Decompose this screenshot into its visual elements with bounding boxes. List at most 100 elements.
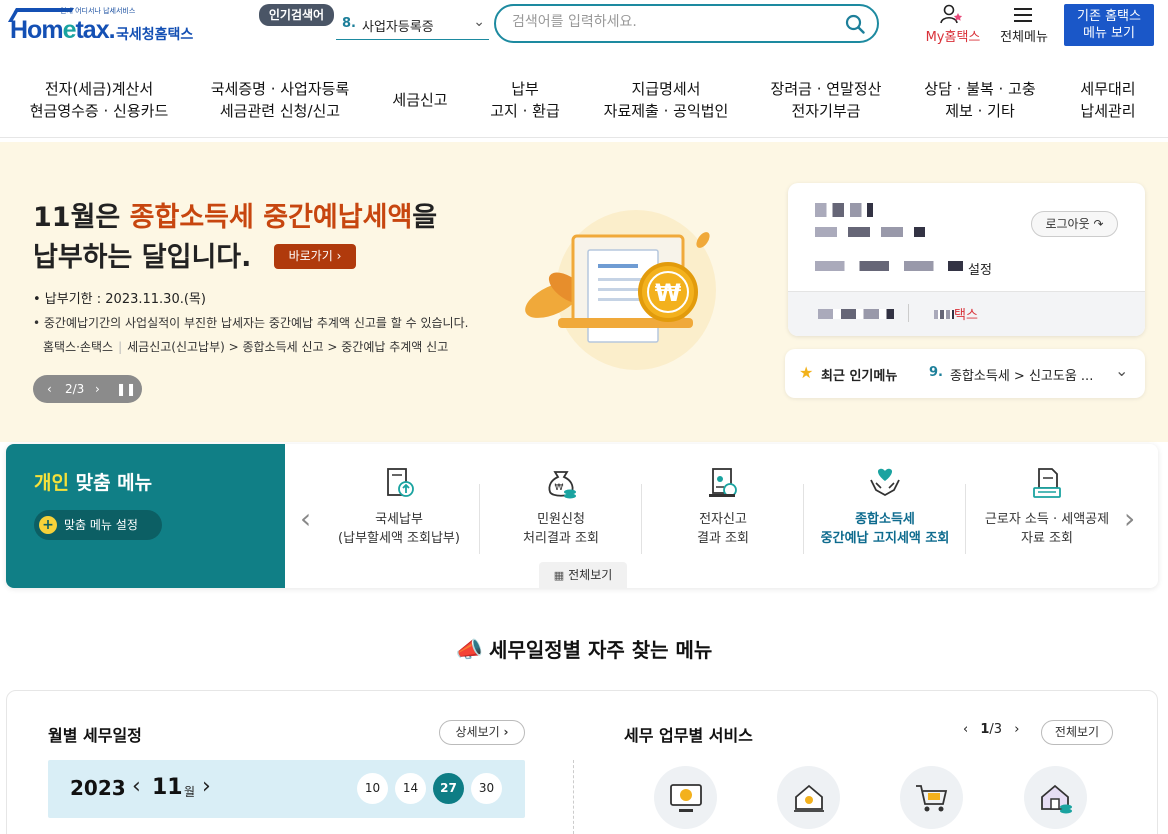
nav-item-payment[interactable]: 납부 고지 · 환급 bbox=[482, 78, 568, 122]
nav-item-payment-statement[interactable]: 지급명세서 자료제출 · 공익법인 bbox=[594, 78, 738, 122]
next-icon[interactable]: › bbox=[1014, 722, 1019, 737]
nav-label-line1: 납부 bbox=[511, 80, 539, 98]
redacted-user-type bbox=[815, 261, 963, 271]
footer-divider bbox=[908, 304, 909, 322]
nav-item-tax-agent[interactable]: 세무대리 납세관리 bbox=[1068, 78, 1148, 122]
service-view-all-button[interactable]: 전체보기 bbox=[1041, 720, 1113, 745]
nav-label-line2: 제보 · 기타 bbox=[945, 102, 1015, 120]
recent-menu-term: 종합소득세 > 신고도움 ... bbox=[950, 369, 1094, 384]
nav-label-line1: 세무대리 bbox=[1080, 80, 1136, 98]
redacted-user-name bbox=[815, 203, 873, 217]
custom-menu-civil-result[interactable]: ₩ 민원신청 처리결과 조회 bbox=[480, 466, 642, 556]
recent-menu-label: 최근 인기메뉴 bbox=[821, 369, 898, 384]
menu-label-line1: 전자신고 bbox=[699, 512, 747, 527]
nav-label-line1: 국세증명 · 사업자등록 bbox=[210, 80, 350, 98]
banner-page-count: 2/3 bbox=[65, 382, 85, 396]
monthly-schedule-title: 월별 세무일정 bbox=[48, 726, 142, 745]
custom-menu-e-filing-result[interactable]: 전자신고 결과 조회 bbox=[642, 466, 804, 556]
service-title: 세무 업무별 서비스 bbox=[624, 726, 753, 745]
personal-custom-menu: 개인 맞춤 메뉴 + 맞춤 메뉴 설정 ‹ › 국세납부 (납부할세액 조회납부)… bbox=[6, 444, 1158, 588]
user-card-footer: 택스 bbox=[788, 291, 1145, 336]
popular-search-select[interactable]: 8. 사업자등록증 ⌄ bbox=[336, 10, 489, 40]
redacted-user-id bbox=[815, 227, 925, 237]
recent-popular-menu[interactable]: ★ 최근 인기메뉴 9. 종합소득세 > 신고도움 ... ⌄ bbox=[785, 349, 1145, 398]
menu-label-line2: 결과 조회 bbox=[697, 531, 749, 546]
nav-item-tax-filing[interactable]: 세금신고 bbox=[386, 89, 454, 111]
nav-item-incentive[interactable]: 장려금 · 연말정산 전자기부금 bbox=[762, 78, 890, 122]
megaphone-icon: 📣 bbox=[455, 638, 484, 663]
header: 언제 어디서나 납세서비스 Hometax. 국세청홈택스 인기검색어 8. 사… bbox=[0, 0, 1168, 58]
prev-month-icon[interactable]: ‹ bbox=[132, 774, 141, 799]
service-pager: ‹ 1/3 › bbox=[963, 722, 1020, 737]
banner-title: 11월은 종합소득세 중간예납세액을 납부하는 달입니다. bbox=[33, 202, 438, 273]
tax-document-coin-illustration: ₩ bbox=[525, 210, 716, 370]
prev-icon[interactable]: ‹ bbox=[963, 722, 968, 737]
logout-button[interactable]: 로그아웃 ↷ bbox=[1031, 211, 1118, 237]
nav-item-e-invoice[interactable]: 전자(세금)계산서 현금영수증 · 신용카드 bbox=[26, 78, 172, 122]
hometax-logo[interactable]: 언제 어디서나 납세서비스 Hometax. 국세청홈택스 bbox=[7, 4, 210, 44]
menu-label-line2: 처리결과 조회 bbox=[523, 531, 599, 546]
all-menu-button[interactable]: 전체메뉴 bbox=[994, 4, 1054, 46]
day-pill[interactable]: 14 bbox=[395, 773, 426, 804]
banner-pager: ‹ 2/3 › ❚❚ bbox=[33, 375, 142, 403]
grid-icon: ▦ bbox=[553, 569, 565, 582]
nav-label-line2: 전자기부금 bbox=[791, 102, 861, 120]
day-pill[interactable]: 10 bbox=[357, 773, 388, 804]
calendar-month: 11 bbox=[152, 775, 183, 800]
next-icon[interactable]: › bbox=[95, 375, 100, 403]
calendar-bar: 2023 ‹ 11 월 › 10 14 27 30 bbox=[48, 760, 525, 818]
search-input[interactable] bbox=[512, 14, 832, 30]
star-icon: ★ bbox=[799, 363, 814, 382]
search-icon[interactable] bbox=[845, 14, 865, 34]
custom-menu-interim-tax[interactable]: 종합소득세 중간예납 고지세액 조회 bbox=[804, 466, 966, 556]
service-house-coin[interactable] bbox=[1024, 766, 1087, 829]
personal-menu-header: 개인 맞춤 메뉴 + 맞춤 메뉴 설정 bbox=[6, 444, 285, 588]
old-hometax-menu-button[interactable]: 기존 홈택스 메뉴 보기 bbox=[1064, 4, 1154, 46]
popular-search-rank: 8. bbox=[342, 16, 356, 31]
next-month-icon[interactable]: › bbox=[202, 774, 211, 799]
nav-label-line1: 상담 · 불복 · 고충 bbox=[924, 80, 1036, 98]
popular-search-badge: 인기검색어 bbox=[259, 4, 334, 26]
prev-arrow-icon[interactable]: ‹ bbox=[300, 502, 311, 535]
custom-menu-worker-deduction[interactable]: 근로자 소득 · 세액공제 자료 조회 bbox=[966, 466, 1128, 556]
redacted-agent-info bbox=[818, 309, 894, 319]
nav-label-line1: 세금신고 bbox=[392, 91, 448, 109]
schedule-section-title: 📣 세무일정별 자주 찾는 메뉴 bbox=[455, 638, 713, 663]
monitor-coin-icon bbox=[670, 784, 702, 812]
monthly-schedule-more-button[interactable]: 상세보기 › bbox=[439, 720, 525, 745]
menu-label-line1: 근로자 소득 · 세액공제 bbox=[984, 512, 1110, 527]
service-house-hand[interactable] bbox=[777, 766, 840, 829]
custom-menu-tax-payment[interactable]: 국세납부 (납부할세액 조회납부) bbox=[318, 466, 480, 556]
menu-label-line1: 종합소득세 bbox=[855, 512, 915, 527]
logo-korean: 국세청홈택스 bbox=[116, 27, 194, 43]
old-hometax-line2: 메뉴 보기 bbox=[1083, 26, 1135, 41]
document-search-icon bbox=[709, 468, 737, 497]
custom-menu-view-all-button[interactable]: ▦ 전체보기 bbox=[539, 562, 627, 588]
nav-label-line2: 고지 · 환급 bbox=[490, 102, 560, 120]
my-hometax-button[interactable]: My홈택스 bbox=[916, 4, 990, 46]
nav-label-line1: 전자(세금)계산서 bbox=[44, 80, 154, 98]
menu-label-line2: (납부할세액 조회납부) bbox=[338, 531, 460, 546]
menu-label-line2: 자료 조회 bbox=[1021, 531, 1073, 546]
nav-item-consulting[interactable]: 상담 · 불복 · 고충 제보 · 기타 bbox=[916, 78, 1044, 122]
nav-label-line2: 자료제출 · 공익법인 bbox=[603, 102, 729, 120]
house-hand-icon bbox=[794, 784, 824, 812]
banner-go-button[interactable]: 바로가기 › bbox=[274, 244, 356, 269]
document-upload-icon bbox=[387, 468, 414, 497]
chevron-down-icon: ⌄ bbox=[473, 14, 485, 30]
popular-search-term: 사업자등록증 bbox=[362, 20, 434, 35]
nav-item-certificate[interactable]: 국세증명 · 사업자등록 세금관련 신청/신고 bbox=[204, 78, 356, 122]
personal-menu-title: 개인 맞춤 메뉴 bbox=[34, 472, 153, 494]
service-monitor-coin[interactable] bbox=[654, 766, 717, 829]
site-link[interactable]: 택스 bbox=[934, 304, 978, 323]
svg-text:₩: ₩ bbox=[555, 483, 564, 493]
prev-icon[interactable]: ‹ bbox=[47, 375, 52, 403]
pause-icon[interactable]: ❚❚ bbox=[116, 375, 136, 403]
menu-label-line1: 민원신청 bbox=[537, 512, 585, 527]
day-pill[interactable]: 30 bbox=[471, 773, 502, 804]
user-setting-link[interactable]: 설정 bbox=[968, 259, 992, 278]
service-shopping-cart[interactable] bbox=[900, 766, 963, 829]
logo-wordmark: Hometax. bbox=[10, 16, 116, 44]
custom-menu-setting-button[interactable]: + 맞춤 메뉴 설정 bbox=[34, 510, 162, 540]
day-pill-active[interactable]: 27 bbox=[433, 773, 464, 804]
